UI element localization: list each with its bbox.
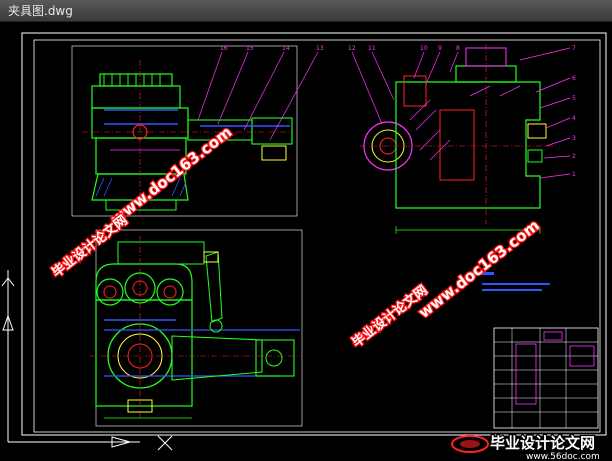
svg-text:www.56doc.com: www.56doc.com <box>526 452 600 461</box>
ucs-icon <box>1 270 173 451</box>
svg-text:13: 13 <box>316 45 324 52</box>
side-section-view: 12 11 10 9 8 7 6 5 4 3 2 1 <box>348 44 576 234</box>
svg-text:10: 10 <box>420 45 428 52</box>
window-title: 夹具图.dwg <box>8 4 73 18</box>
svg-text:12: 12 <box>348 45 356 52</box>
svg-text:7: 7 <box>572 45 576 52</box>
window-title-bar: 夹具图.dwg <box>0 0 612 22</box>
svg-text:1: 1 <box>572 171 576 178</box>
title-block <box>493 327 599 429</box>
plan-view <box>90 229 303 427</box>
svg-text:3: 3 <box>572 135 576 142</box>
drawing-canvas[interactable]: 16 15 14 13 12 11 10 9 8 7 6 5 4 3 2 1 w… <box>0 22 612 461</box>
svg-text:14: 14 <box>282 45 290 52</box>
svg-text:毕业设计论文网: 毕业设计论文网 <box>349 282 431 351</box>
svg-text:4: 4 <box>572 115 576 122</box>
watermark-doc163-top: www.doc163.com <box>106 122 236 230</box>
svg-text:2: 2 <box>572 153 576 160</box>
svg-text:11: 11 <box>368 45 376 52</box>
svg-text:www.doc163.com: www.doc163.com <box>107 123 235 228</box>
svg-text:15: 15 <box>246 45 254 52</box>
svg-text:9: 9 <box>438 45 442 52</box>
svg-text:8: 8 <box>456 45 460 52</box>
front-view: 16 15 14 13 <box>71 45 324 217</box>
svg-text:毕业设计论文网: 毕业设计论文网 <box>490 434 595 452</box>
svg-text:16: 16 <box>220 45 228 52</box>
svg-text:5: 5 <box>572 95 576 102</box>
cad-drawing[interactable]: 16 15 14 13 12 11 10 9 8 7 6 5 4 3 2 1 w… <box>0 22 612 461</box>
watermark-cn-bottom: 毕业设计论文网 <box>348 281 432 352</box>
svg-text:6: 6 <box>572 75 576 82</box>
site-logo: 毕业设计论文网 www.56doc.com <box>451 433 600 461</box>
svg-text:www.doc163.com: www.doc163.com <box>415 216 543 321</box>
watermark-doc163-bottom: www.doc163.com <box>414 215 544 323</box>
technical-notes <box>482 272 550 291</box>
